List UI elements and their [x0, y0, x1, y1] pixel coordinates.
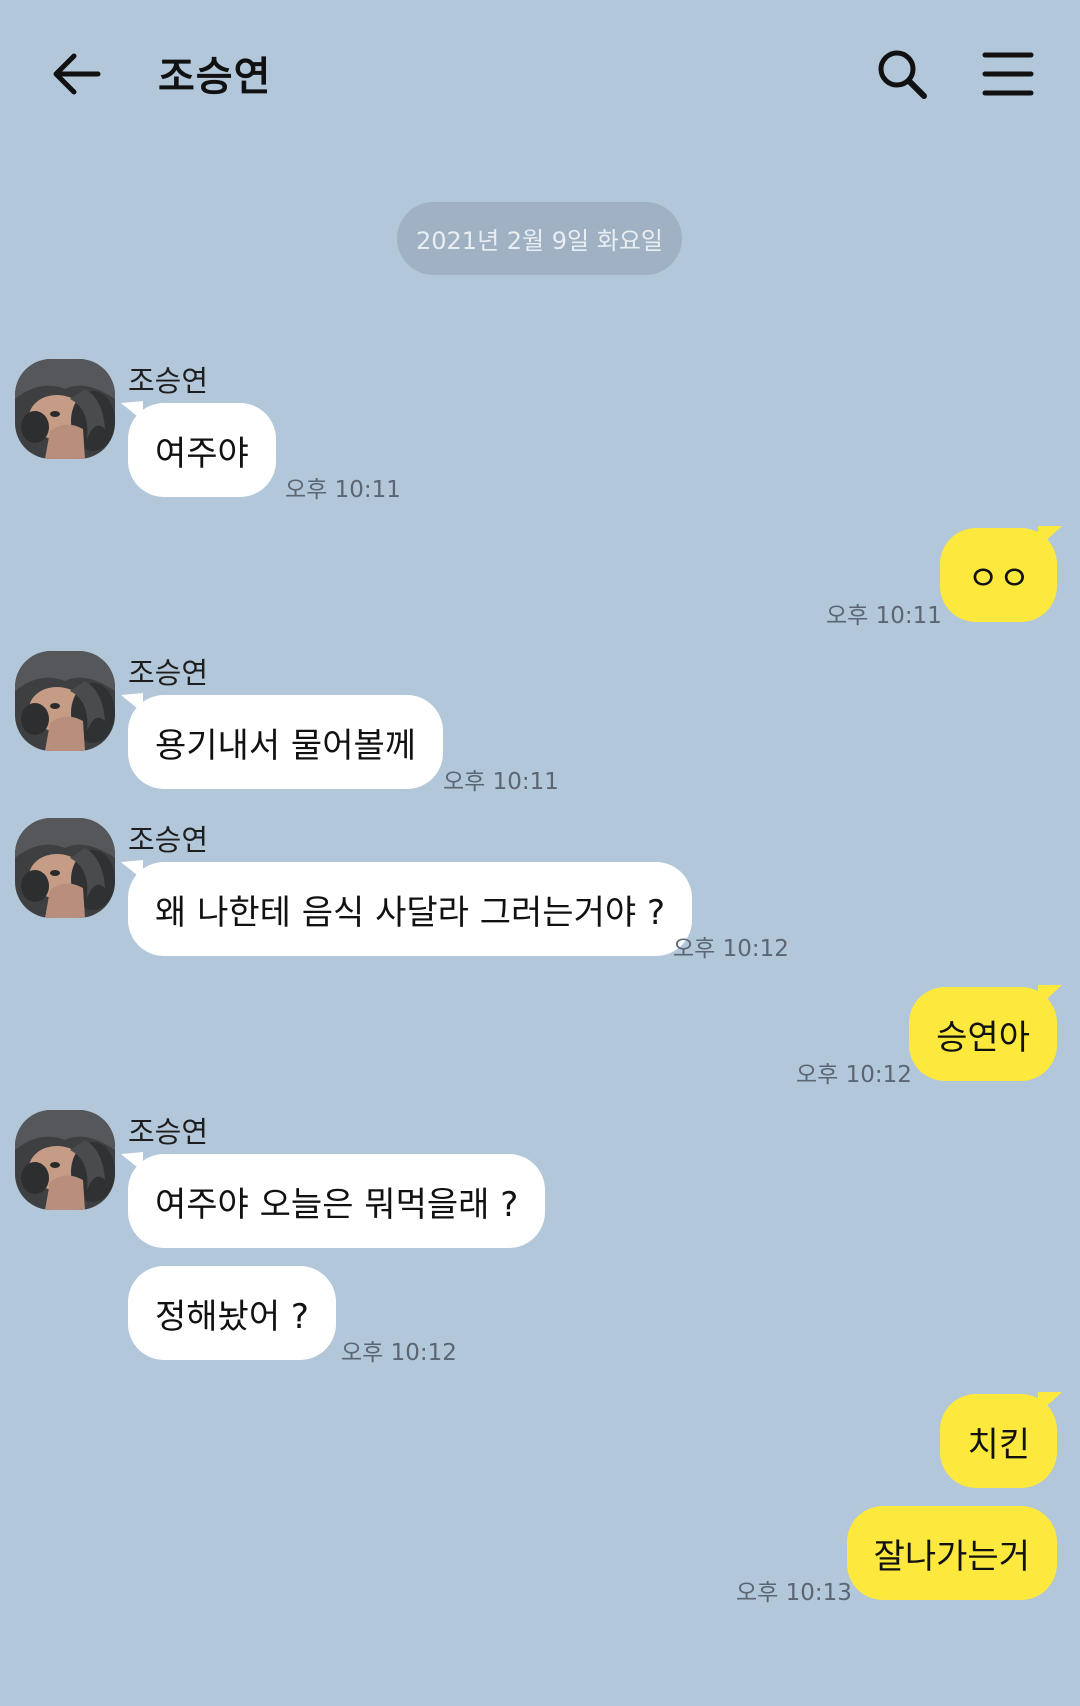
- message-bubble-incoming[interactable]: 여주야 오늘은 뭐먹을래 ?: [128, 1154, 546, 1248]
- avatar[interactable]: [15, 651, 115, 751]
- message-bubble-incoming[interactable]: 용기내서 물어볼께: [128, 695, 444, 789]
- avatar[interactable]: [15, 1110, 115, 1210]
- bubble-tail: [1038, 526, 1062, 548]
- message-bubble-incoming[interactable]: 정해놨어 ?: [128, 1266, 336, 1360]
- chat-title: 조승연: [158, 54, 272, 100]
- sender-name: 조승연: [128, 656, 209, 690]
- menu-button[interactable]: [980, 46, 1036, 102]
- avatar[interactable]: [15, 359, 115, 459]
- bubble-tail: [1038, 1392, 1062, 1414]
- sender-name: 조승연: [128, 364, 209, 398]
- message-bubble-outgoing[interactable]: 잘나가는거: [846, 1506, 1057, 1600]
- message-bubble-outgoing[interactable]: 승연아: [909, 987, 1057, 1081]
- message-time: 오후 10:12: [673, 936, 789, 962]
- search-icon: [878, 50, 927, 99]
- message-bubble-incoming[interactable]: 왜 나한테 음식 사달라 그러는거야 ?: [128, 862, 693, 956]
- message-time: 오후 10:12: [796, 1062, 912, 1088]
- sender-name: 조승연: [128, 823, 209, 857]
- search-button[interactable]: [874, 46, 930, 102]
- message-time: 오후 10:12: [341, 1340, 457, 1366]
- message-bubble-incoming[interactable]: 여주야: [128, 403, 276, 497]
- message-time: 오후 10:11: [285, 477, 401, 503]
- message-time: 오후 10:13: [736, 1580, 852, 1606]
- sender-name: 조승연: [128, 1115, 209, 1149]
- avatar[interactable]: [15, 818, 115, 918]
- date-divider: 2021년 2월 9일 화요일: [397, 202, 682, 275]
- message-time: 오후 10:11: [443, 769, 559, 795]
- back-button[interactable]: [48, 46, 104, 102]
- back-arrow-icon: [53, 53, 101, 95]
- message-time: 오후 10:11: [826, 603, 942, 629]
- menu-icon: [982, 52, 1034, 96]
- bubble-tail: [1038, 985, 1062, 1007]
